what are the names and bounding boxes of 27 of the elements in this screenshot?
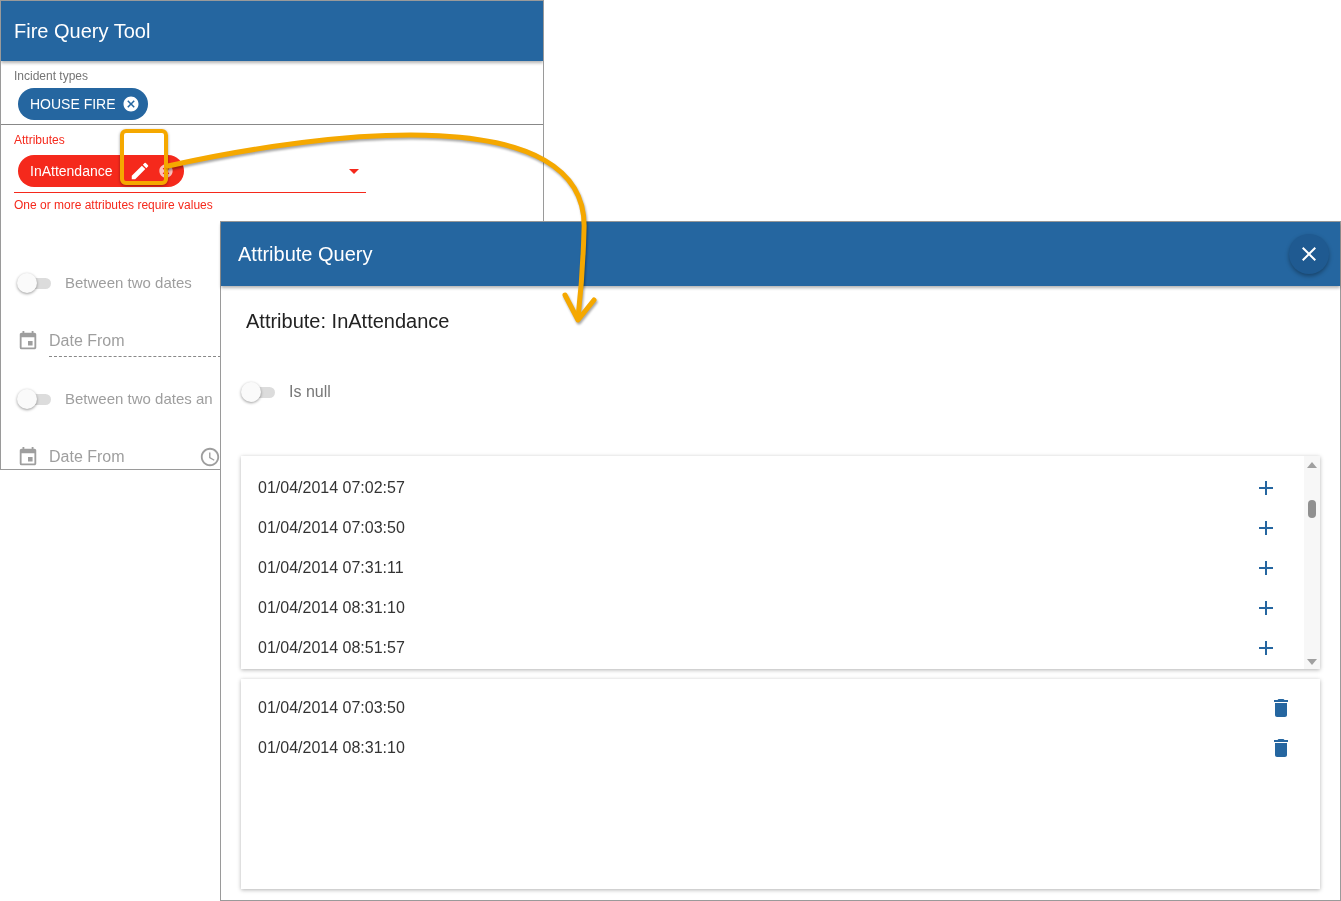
toggle-label: Is null (289, 382, 331, 402)
toggle-switch[interactable] (241, 382, 277, 402)
callout-frame (120, 129, 168, 185)
panel-title: Fire Query Tool (14, 19, 151, 44)
error-message: One or more attributes require values (14, 197, 214, 214)
remove-icon[interactable] (158, 163, 174, 179)
value-item[interactable]: 01/04/2014 08:51:57 (258, 636, 405, 660)
toggle-switch[interactable] (17, 273, 53, 293)
selected-value: 01/04/2014 07:03:50 (258, 698, 405, 718)
toggle-label: Between two dates an (65, 388, 213, 409)
attribute-chip[interactable]: InAttendance (18, 155, 184, 187)
value-item[interactable]: 01/04/2014 07:31:11 (258, 556, 404, 580)
toggle-switch[interactable] (17, 389, 53, 409)
remove-icon[interactable] (121, 95, 140, 113)
toggle-label: Between two dates (65, 272, 192, 293)
selected-value: 01/04/2014 08:31:10 (258, 738, 405, 758)
dialog-title: Attribute Query (238, 242, 373, 267)
calendar-icon (17, 330, 39, 352)
field-label: Attributes (14, 132, 66, 149)
value-item[interactable]: 01/04/2014 07:03:50 (258, 516, 405, 540)
scrollbar[interactable] (1304, 456, 1320, 669)
value-item[interactable]: 01/04/2014 07:02:57 (258, 476, 405, 500)
value-item[interactable]: 01/04/2014 08:31:10 (258, 596, 405, 620)
dialog-heading: Attribute: InAttendance (245, 309, 451, 334)
close-button[interactable] (1289, 234, 1329, 274)
field-label: Incident types (14, 68, 90, 85)
incident-chip[interactable]: HOUSE FIRE (18, 88, 148, 120)
